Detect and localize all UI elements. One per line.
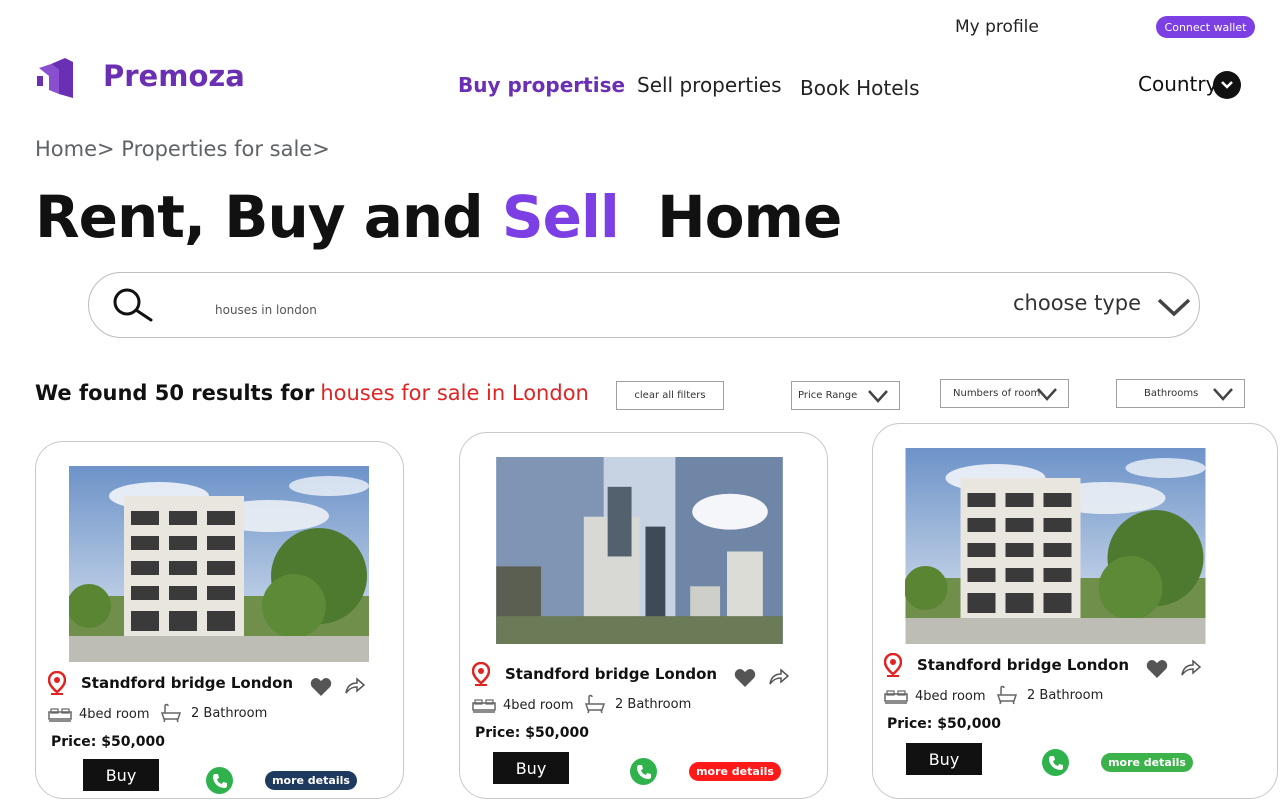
- bathrooms-label: Bathrooms: [1144, 388, 1199, 399]
- buy-button[interactable]: Buy: [906, 743, 982, 775]
- nav-buy-properties[interactable]: Buy propertise: [458, 73, 625, 97]
- price-range-filter[interactable]: Price Range: [791, 381, 900, 410]
- connect-wallet-button[interactable]: Connect wallet: [1156, 16, 1255, 38]
- more-details-button[interactable]: more details: [689, 762, 781, 781]
- property-image[interactable]: [69, 466, 369, 662]
- buy-button[interactable]: Buy: [83, 759, 159, 791]
- bathtub-icon: [584, 694, 606, 714]
- property-price: Price: $50,000: [887, 716, 1001, 732]
- property-title[interactable]: Standford bridge London: [505, 665, 717, 683]
- bathrooms-count: 2 Bathroom: [1027, 688, 1104, 703]
- phone-icon[interactable]: [1042, 749, 1069, 776]
- chevron-down-icon[interactable]: [1156, 296, 1192, 318]
- title-accent: Sell: [501, 183, 620, 251]
- clear-filters-label: clear all filters: [634, 390, 706, 401]
- property-price: Price: $50,000: [475, 725, 589, 741]
- bedrooms-count: 4bed room: [503, 698, 574, 713]
- property-image[interactable]: [496, 457, 783, 644]
- bedrooms-count: 4bed room: [915, 689, 986, 704]
- logo-icon: [37, 58, 75, 98]
- bathtub-icon: [160, 703, 182, 723]
- buy-button[interactable]: Buy: [493, 752, 569, 784]
- property-price: Price: $50,000: [51, 734, 165, 750]
- property-title[interactable]: Standford bridge London: [81, 674, 293, 692]
- search-input[interactable]: [215, 300, 715, 320]
- price-range-label: Price Range: [798, 390, 858, 401]
- chevron-down-icon[interactable]: [1213, 71, 1241, 99]
- clear-filters-button[interactable]: clear all filters: [616, 381, 724, 410]
- search-icon[interactable]: [110, 287, 154, 323]
- chevron-down-icon: [1213, 388, 1233, 401]
- heart-icon[interactable]: [310, 677, 332, 697]
- rooms-filter[interactable]: Numbers of room: [940, 379, 1069, 408]
- results-prefix: We found 50 results for: [35, 381, 315, 405]
- page-title: Rent, Buy and Sell Home: [35, 183, 842, 251]
- chevron-down-icon: [1037, 388, 1057, 401]
- bedrooms-count: 4bed room: [79, 707, 150, 722]
- phone-icon[interactable]: [630, 758, 657, 785]
- heart-icon[interactable]: [1146, 659, 1168, 679]
- more-details-button[interactable]: more details: [1101, 753, 1193, 772]
- bed-icon: [884, 690, 908, 704]
- bed-icon: [48, 708, 72, 722]
- breadcrumb[interactable]: Home> Properties for sale>: [35, 137, 330, 161]
- share-icon[interactable]: [1181, 659, 1201, 677]
- bed-icon: [472, 699, 496, 713]
- rooms-label: Numbers of room: [953, 388, 1041, 399]
- my-profile-link[interactable]: My profile: [955, 17, 1039, 37]
- bathrooms-count: 2 Bathroom: [191, 706, 268, 721]
- chevron-down-icon: [868, 390, 888, 403]
- nav-sell-properties[interactable]: Sell properties: [637, 73, 782, 97]
- title-part-2: Home: [618, 183, 842, 251]
- bathrooms-filter[interactable]: Bathrooms: [1116, 379, 1245, 408]
- phone-icon[interactable]: [206, 767, 233, 794]
- property-image[interactable]: [905, 448, 1206, 644]
- nav-book-hotels[interactable]: Book Hotels: [800, 76, 920, 100]
- share-icon[interactable]: [345, 677, 365, 695]
- brand-name[interactable]: Premoza: [103, 59, 245, 93]
- results-query: houses for sale in London: [320, 381, 589, 405]
- more-details-button[interactable]: more details: [265, 771, 357, 790]
- results-summary: We found 50 results for houses for sale i…: [35, 381, 589, 405]
- location-pin-icon: [472, 662, 490, 686]
- share-icon[interactable]: [769, 668, 789, 686]
- property-title[interactable]: Standford bridge London: [917, 656, 1129, 674]
- heart-icon[interactable]: [734, 668, 756, 688]
- title-part-1: Rent, Buy and: [35, 183, 502, 251]
- bathrooms-count: 2 Bathroom: [615, 697, 692, 712]
- choose-type-dropdown[interactable]: choose type: [1013, 291, 1141, 315]
- bathtub-icon: [996, 685, 1018, 705]
- location-pin-icon: [884, 653, 902, 677]
- country-selector-label[interactable]: Country: [1138, 72, 1217, 96]
- location-pin-icon: [48, 671, 66, 695]
